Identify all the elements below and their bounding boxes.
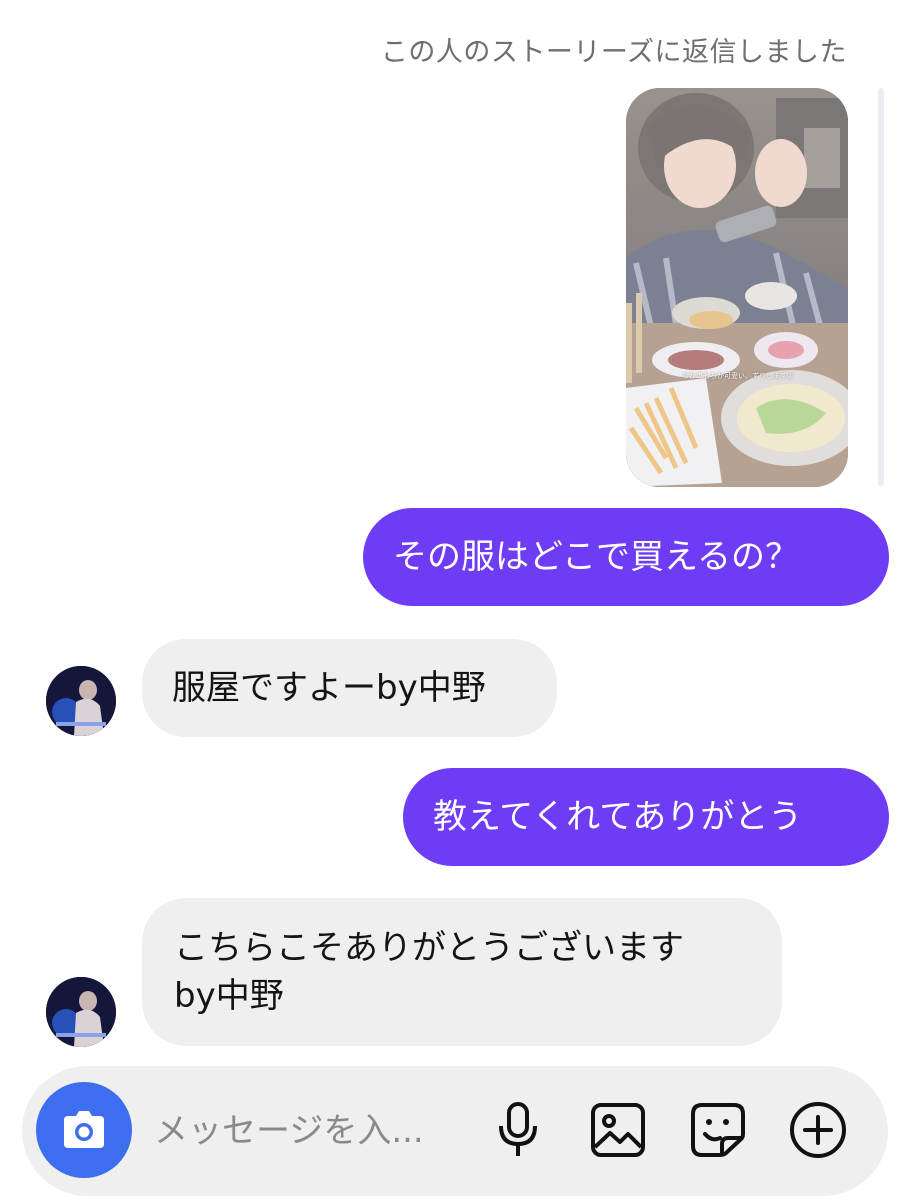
gallery-button[interactable] bbox=[588, 1100, 648, 1160]
incoming-message-2[interactable]: こちらこそありがとうございます by中野 bbox=[142, 898, 782, 1046]
message-input[interactable] bbox=[152, 1102, 476, 1160]
more-options-button[interactable] bbox=[788, 1100, 848, 1160]
plus-icon bbox=[790, 1102, 846, 1158]
story-overlay-text: なかのもちか可愛い、ずりしますよ bbox=[682, 372, 794, 380]
microphone-icon bbox=[499, 1102, 537, 1156]
avatar[interactable] bbox=[46, 977, 116, 1047]
incoming-message-1[interactable]: 服屋ですよーby中野 bbox=[142, 639, 557, 737]
outgoing-message-2[interactable]: 教えてくれてありがとう bbox=[403, 768, 889, 866]
outgoing-message-1[interactable]: その服はどこで買えるの？ bbox=[363, 508, 889, 606]
avatar-image bbox=[46, 977, 116, 1047]
sticker-icon bbox=[691, 1103, 745, 1157]
message-text: その服はどこで買えるの？ bbox=[393, 537, 799, 577]
message-text: こちらこそありがとうございます by中野 bbox=[174, 928, 684, 1016]
message-text: 服屋ですよーby中野 bbox=[172, 668, 486, 708]
story-reply-caption: この人のストーリーズに返信しました bbox=[380, 37, 847, 68]
message-text: 教えてくれてありがとう bbox=[433, 797, 803, 837]
avatar[interactable] bbox=[46, 666, 116, 736]
sticker-button[interactable] bbox=[688, 1100, 748, 1160]
avatar-image bbox=[46, 666, 116, 736]
scroll-indicator[interactable] bbox=[878, 88, 884, 486]
image-icon bbox=[591, 1103, 645, 1157]
camera-button[interactable] bbox=[36, 1082, 132, 1178]
camera-icon bbox=[64, 1111, 104, 1148]
microphone-button[interactable] bbox=[488, 1100, 548, 1160]
story-thumbnail[interactable]: なかのもちか可愛い、ずりしますよ bbox=[626, 88, 848, 487]
